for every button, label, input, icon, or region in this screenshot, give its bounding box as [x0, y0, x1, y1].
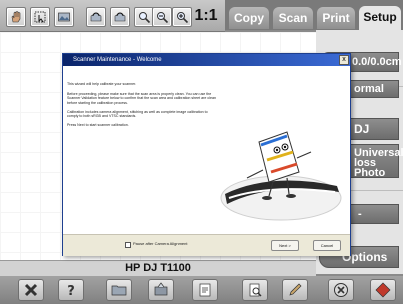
pause-checkbox[interactable]	[125, 242, 131, 248]
toolbar: 1:1	[0, 0, 225, 32]
dialog-title: Scanner Maintenance - Welcome	[73, 57, 162, 63]
scanner-maintenance-dialog: Scanner Maintenance - Welcome x This wiz…	[62, 53, 351, 256]
preview-icon[interactable]	[242, 279, 268, 301]
zoom-area-icon[interactable]	[134, 7, 154, 27]
rotate-right-icon[interactable]	[110, 7, 130, 27]
cancel-button[interactable]: Cancel	[313, 240, 341, 251]
dialog-titlebar[interactable]: Scanner Maintenance - Welcome x	[63, 54, 350, 66]
pause-checkbox-label: Pause after Camera Alignment	[133, 241, 188, 246]
tab-copy[interactable]: Copy	[229, 7, 269, 29]
zoom-in-icon[interactable]	[172, 7, 192, 27]
tab-setup[interactable]: Setup	[359, 6, 401, 31]
next-button[interactable]: Next >	[271, 240, 299, 251]
paper-type-line2: loss Photo	[354, 157, 386, 179]
close-icon[interactable]: x	[339, 55, 349, 65]
calibration-text: Calibration includes camera alignment, s…	[67, 110, 208, 119]
tab-print[interactable]: Print	[317, 7, 355, 29]
delete-icon[interactable]	[18, 279, 44, 301]
select-area-icon[interactable]	[30, 7, 50, 27]
help-icon[interactable]: ?	[58, 279, 84, 301]
bottom-toolbar: ?	[0, 276, 403, 304]
tab-bar: Copy Scan Print Setup	[225, 0, 403, 31]
zoom-out-icon[interactable]	[152, 7, 172, 27]
scanner-illustration	[220, 131, 342, 221]
run-icon[interactable]	[370, 279, 396, 301]
stop-icon[interactable]	[328, 279, 354, 301]
cleaning-text: Before proceeding, please make sure that…	[67, 92, 216, 105]
folder-icon[interactable]	[106, 279, 132, 301]
intro-text: This wizard will help calibrate your sca…	[67, 82, 137, 86]
device-label: HP DJ T1100	[0, 260, 316, 276]
edit-icon[interactable]	[282, 279, 308, 301]
svg-text:?: ?	[67, 284, 75, 298]
rotate-left-icon[interactable]	[86, 7, 106, 27]
next-instruction-text: Press Next to start scanner calibration.	[67, 123, 129, 127]
scan-image-icon[interactable]	[54, 7, 74, 27]
dialog-body: This wizard will help calibrate your sca…	[63, 66, 350, 256]
hand-icon[interactable]	[6, 7, 26, 27]
zoom-1-1-button[interactable]: 1:1	[193, 5, 219, 27]
tab-scan[interactable]: Scan	[273, 7, 313, 29]
dialog-footer: Pause after Camera Alignment Next > Canc…	[63, 234, 350, 256]
scan-settings-icon[interactable]	[148, 279, 174, 301]
print-queue-icon[interactable]	[192, 279, 218, 301]
